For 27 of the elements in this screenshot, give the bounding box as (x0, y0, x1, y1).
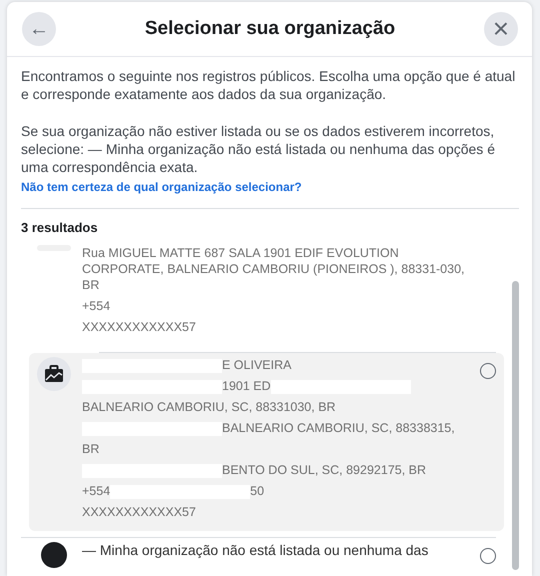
result-text: XXXXXXXXXXXX57 (82, 320, 196, 334)
result-item[interactable]: Rua MIGUEL MATTE 687 SALA 1901 EDIF EVOLUTION CORPORATE, BALNEARIO CAMBORIU (PIONEIROS ), 88331-030, BR +554 XXXXXXXXXXXX57 (29, 241, 504, 346)
dialog-title: Selecionar sua organização (144, 18, 396, 40)
result-text: BENTO DO SUL, SC, 89292175, BR (222, 463, 426, 477)
scrollbar[interactable] (512, 281, 519, 570)
back-button[interactable]: ← (22, 12, 56, 46)
result-text: — Minha organização não está listada ou nenhuma das (82, 542, 428, 558)
result-text: Rua MIGUEL MATTE 687 SALA 1901 EDIF EVOLUTION CORPORATE, BALNEARIO CAMBORIU (PIONEIROS ), 88331-030, BR (82, 246, 465, 292)
result-item[interactable]: — Minha organização não está listada ou nenhuma das (29, 538, 504, 574)
result-text: XXXXXXXXXXXX57 (82, 505, 196, 519)
result-text: +554 (82, 299, 110, 313)
result-text: +554 (82, 484, 110, 498)
result-item[interactable]: E OLIVEIRA 1901 ED BALNEARIO CAMBORIU, SC, 88331030, BR BALNEARIO CAMBORIU, SC, 88338315, BR BENTO DO SUL, SC, 89292175, BR +554 50 XXXXXXXXXXXX57 (29, 353, 504, 531)
result-text: BR (82, 442, 100, 456)
radio-button[interactable] (480, 548, 496, 564)
result-text: E OLIVEIRA (222, 358, 292, 372)
help-link[interactable]: Não tem certeza de qual organização selecionar? (21, 180, 302, 194)
close-button[interactable]: × (484, 12, 518, 46)
intro-paragraph: Encontramos o seguinte nos registros públicos. Escolha uma opção que é atual e corresponde exatamente aos dados da sua organização. (21, 67, 516, 103)
result-text: 50 (250, 484, 264, 498)
result-text: 1901 ED (222, 379, 271, 393)
result-text: BALNEARIO CAMBORIU, SC, 88331030, BR (82, 400, 336, 414)
radio-button[interactable] (480, 363, 496, 379)
briefcase-icon (37, 357, 71, 391)
intro-paragraph: Se sua organização não estiver listada ou se os dados estiverem incorretos, selecione: — Minha organização não está listada ou nenhuma das opções é uma correspondência exata. (21, 122, 496, 176)
result-text: BALNEARIO CAMBORIU, SC, 88338315, (222, 421, 455, 435)
results-count: 3 resultados (21, 220, 99, 235)
